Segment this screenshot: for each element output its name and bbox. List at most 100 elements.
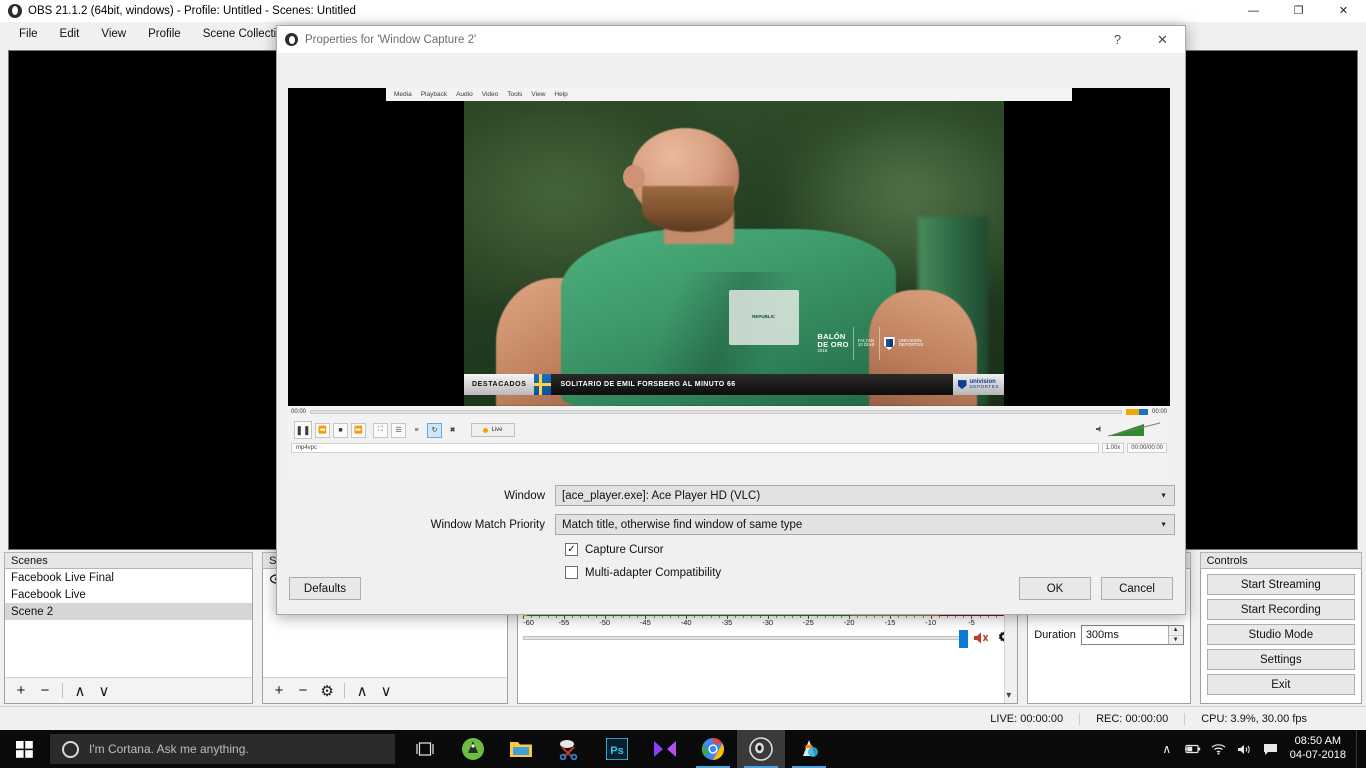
capture-cursor-row[interactable]: ✓ Capture Cursor xyxy=(565,543,1175,556)
scenes-list[interactable]: Facebook Live Final Facebook Live Scene … xyxy=(5,569,253,677)
vlc-live-indicator[interactable]: Live xyxy=(471,423,515,437)
capture-cursor-checkbox[interactable]: ✓ xyxy=(565,543,578,556)
vlc-speaker-icon[interactable] xyxy=(1095,421,1105,439)
lower-third-headline: SOLITARIO DE EMIL FORSBERG AL MINUTO 66 xyxy=(551,373,953,396)
menu-file[interactable]: File xyxy=(8,25,49,43)
battery-icon[interactable] xyxy=(1180,730,1206,768)
live-dot-icon xyxy=(483,427,489,433)
remove-scene-button[interactable]: − xyxy=(34,680,56,702)
vlc-media-player-icon[interactable] xyxy=(785,730,833,768)
menu-profile[interactable]: Profile xyxy=(137,25,192,43)
mute-icon[interactable] xyxy=(972,630,990,646)
meter-minor-tick xyxy=(792,616,794,618)
cancel-button[interactable]: Cancel xyxy=(1101,577,1173,600)
move-scene-up-button[interactable]: ∧ xyxy=(69,680,91,702)
defaults-button[interactable]: Defaults xyxy=(289,577,361,600)
obs-studio-icon[interactable] xyxy=(737,730,785,768)
vlc-loop-icon[interactable]: ↻ xyxy=(427,422,442,438)
start-button[interactable] xyxy=(0,730,48,768)
volume-slider[interactable] xyxy=(523,630,969,648)
volume-slider-handle[interactable] xyxy=(959,630,969,648)
file-explorer-icon[interactable] xyxy=(497,730,545,768)
action-center-icon[interactable] xyxy=(1258,730,1284,768)
meter-tick-label: -5 xyxy=(968,618,975,627)
android-studio-icon[interactable] xyxy=(449,730,497,768)
add-scene-button[interactable]: + xyxy=(10,680,32,702)
divider xyxy=(344,683,346,698)
shield-inner xyxy=(885,339,893,348)
window-select[interactable]: [ace_player.exe]: Ace Player HD (VLC) ▼ xyxy=(555,485,1175,506)
meter-minor-tick xyxy=(743,616,745,618)
menu-view[interactable]: View xyxy=(90,25,137,43)
duration-decrement-button[interactable]: ▼ xyxy=(1168,635,1183,644)
photoshop-icon[interactable]: Ps xyxy=(593,730,641,768)
start-streaming-button[interactable]: Start Streaming xyxy=(1206,574,1355,595)
lower-third-category: DESTACADOS xyxy=(464,373,535,396)
duration-label: Duration xyxy=(1034,629,1076,641)
vlc-previous-icon[interactable]: ⏪ xyxy=(315,422,330,438)
vlc-shuffle-icon[interactable]: ✖ xyxy=(445,423,460,438)
snipping-tool-icon[interactable] xyxy=(545,730,593,768)
taskbar-clock[interactable]: 08:50 AM 04-07-2018 xyxy=(1284,730,1356,768)
studio-mode-button[interactable]: Studio Mode xyxy=(1206,624,1355,645)
dialog-close-button[interactable]: ✕ xyxy=(1140,26,1185,53)
start-recording-button[interactable]: Start Recording xyxy=(1206,599,1355,620)
network-icon[interactable] xyxy=(1206,730,1232,768)
vlc-duration-readout: 00:00/00:00 xyxy=(1127,443,1167,453)
vlc-fullscreen-icon[interactable]: ⛶ xyxy=(373,422,388,438)
task-view-button[interactable] xyxy=(401,730,449,768)
list-item[interactable]: Facebook Live xyxy=(5,586,252,603)
status-cpu: CPU: 3.9%, 30.00 fps xyxy=(1184,712,1323,725)
remove-source-button[interactable]: − xyxy=(292,680,314,702)
source-properties-gear-icon[interactable]: ⚙ xyxy=(316,680,338,702)
dialog-body: Media Playback Audio Video Tools View He… xyxy=(277,53,1185,616)
vlc-stop-icon[interactable]: ■ xyxy=(333,422,348,438)
vlc-next-icon[interactable]: ⏩ xyxy=(351,422,366,438)
ok-button[interactable]: OK xyxy=(1019,577,1091,600)
meter-minor-tick xyxy=(873,616,875,618)
close-button[interactable]: ✕ xyxy=(1321,0,1366,22)
move-source-up-button[interactable]: ∧ xyxy=(351,680,373,702)
menu-edit[interactable]: Edit xyxy=(49,25,91,43)
exit-button[interactable]: Exit xyxy=(1206,674,1355,695)
add-source-button[interactable]: + xyxy=(268,680,290,702)
settings-button[interactable]: Settings xyxy=(1206,649,1355,670)
duration-increment-button[interactable]: ▲ xyxy=(1168,626,1183,636)
vlc-playlist-icon[interactable]: ≡ xyxy=(409,423,424,438)
volume-icon[interactable] xyxy=(1232,730,1258,768)
vlc-playback-rate[interactable]: 1.00x xyxy=(1101,443,1125,453)
balon-de-oro-title: BALÓN DE ORO 2018 xyxy=(817,333,848,353)
google-chrome-icon[interactable] xyxy=(689,730,737,768)
maximize-button[interactable]: ❐ xyxy=(1276,0,1321,22)
move-source-down-button[interactable]: ∨ xyxy=(375,680,397,702)
move-scene-down-button[interactable]: ∨ xyxy=(93,680,115,702)
meter-minor-tick xyxy=(898,616,900,618)
meter-tick-label: -40 xyxy=(680,618,692,627)
meter-minor-tick xyxy=(531,616,533,618)
chevron-down-icon[interactable]: ▾ xyxy=(1006,690,1011,701)
meter-minor-tick xyxy=(841,616,843,618)
list-item[interactable]: Facebook Live Final xyxy=(5,569,252,586)
meter-minor-tick xyxy=(906,616,908,618)
vlc-volume-slider[interactable] xyxy=(1107,422,1161,438)
vlc-volume-control[interactable] xyxy=(1095,421,1164,439)
vlc-seek-bar[interactable] xyxy=(310,409,1122,414)
vlc-extended-settings-icon[interactable]: ☰ xyxy=(391,422,406,438)
movies-tv-icon[interactable] xyxy=(641,730,689,768)
minimize-button[interactable]: — xyxy=(1231,0,1276,22)
cortana-search-box[interactable]: I'm Cortana. Ask me anything. xyxy=(50,734,395,764)
list-item[interactable]: Scene 2 xyxy=(5,603,253,620)
meter-minor-tick xyxy=(865,616,867,618)
dialog-footer: Defaults OK Cancel xyxy=(277,577,1185,600)
obs-logo-icon xyxy=(8,3,22,18)
show-hidden-icons-button[interactable]: ∧ xyxy=(1154,730,1180,768)
dialog-help-button[interactable]: ? xyxy=(1095,26,1140,53)
duration-stepper[interactable]: 300ms ▲ ▼ xyxy=(1080,625,1184,645)
vlc-pause-icon[interactable]: ❚❚ xyxy=(294,421,312,439)
vlc-total-time: 00:00 xyxy=(1151,408,1167,415)
meter-minor-tick xyxy=(547,616,549,618)
window-match-priority-select[interactable]: Match title, otherwise find window of sa… xyxy=(555,514,1175,535)
show-desktop-button[interactable] xyxy=(1356,730,1362,768)
duration-spinner-buttons[interactable]: ▲ ▼ xyxy=(1167,626,1183,644)
mixer-channel-bottom-slider[interactable] xyxy=(523,627,1012,649)
